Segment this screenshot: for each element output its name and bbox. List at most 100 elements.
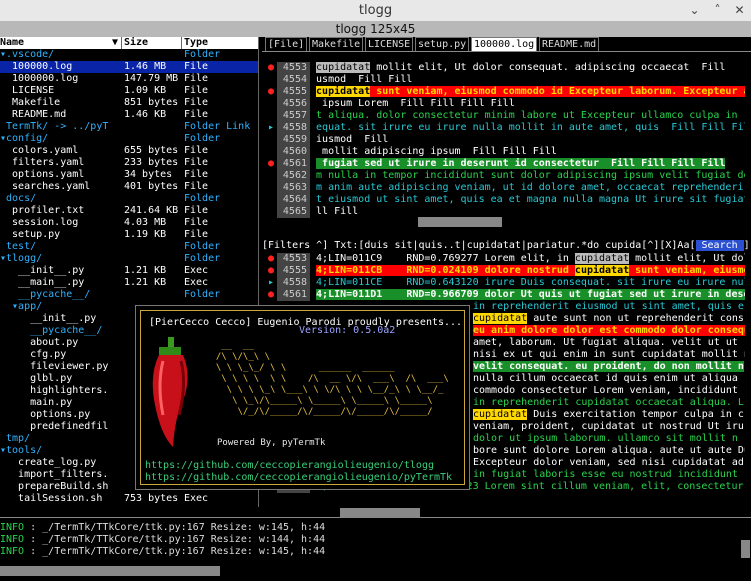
filters-dropdown[interactable]: [Filters ^] <box>262 240 328 251</box>
filtered-line[interactable]: in reprehenderit cupidatat occaecat aliq… <box>473 397 745 409</box>
log-panel-hscrollbar[interactable] <box>0 566 220 576</box>
folder-row[interactable]: ▾.vscode/Folder <box>0 49 258 61</box>
tab-readme-md[interactable]: README.md <box>539 37 600 52</box>
tlogg-repo-link[interactable]: https://github.com/ceccopierangiolieugen… <box>145 460 463 472</box>
file-name: ▾.vscode/ <box>0 49 55 60</box>
filtered-line[interactable]: cupidatat aute sunt non ut reprehenderit… <box>473 313 745 325</box>
line-content: t aliqua. dolor consectetur minim labore… <box>316 110 738 121</box>
file-size: 1.46 KB <box>124 109 167 120</box>
filtered-line[interactable]: velit consequat. eu proident, do non mol… <box>473 361 745 373</box>
line-number: 4560 <box>277 146 310 158</box>
filtered-line[interactable]: ● 4561 4;LIN=011D1 RND=0.966709 dolor Ut … <box>265 289 745 301</box>
line-number: 4557 <box>277 110 310 122</box>
file-size: 1.21 KB <box>124 265 167 276</box>
window-titlebar: tlogg ⌄ ˄ ✕ <box>0 0 751 21</box>
file-row[interactable]: filters.yaml 233 bytes File <box>0 157 258 169</box>
tab-makefile[interactable]: Makefile <box>309 37 364 52</box>
file-row[interactable]: README.md 1.46 KB File <box>0 109 258 121</box>
line-marker[interactable]: ▸ <box>265 122 277 134</box>
folder-row[interactable]: docs/Folder <box>0 193 258 205</box>
file-name: ▾tlogg/ <box>0 253 43 264</box>
line-marker[interactable]: ● <box>265 86 277 98</box>
pytermtk-repo-link[interactable]: https://github.com/ceccopierangiolieugen… <box>145 472 463 484</box>
file-row[interactable]: searches.yaml 401 bytes File <box>0 181 258 193</box>
filtered-line[interactable]: nulla cillum occaecat id quis enim ut al… <box>473 373 745 385</box>
maximize-icon[interactable]: ˄ <box>709 2 726 19</box>
filter-query-input[interactable]: Txt:[duis sit|quis..t|cupidatat|pariatur… <box>328 240 695 251</box>
line-content: usmod Fill Fill <box>316 74 413 85</box>
file-type: Folder <box>184 49 221 60</box>
file-row[interactable]: __init__.py 1.21 KB Exec <box>0 265 258 277</box>
tab-setup-py[interactable]: setup.py <box>415 37 470 52</box>
file-row[interactable]: Makefile 851 bytes File <box>0 97 258 109</box>
filtered-line[interactable]: in reprehenderit eiusmod ut sint amet, q… <box>473 301 745 313</box>
log-viewer-hscrollbar[interactable] <box>418 217 502 227</box>
line-marker[interactable]: ● <box>265 62 277 74</box>
minimize-icon[interactable]: ⌄ <box>686 2 703 19</box>
file-size <box>124 253 182 265</box>
column-header-type[interactable]: Type <box>184 37 256 49</box>
file-name: __main__.py <box>0 277 85 288</box>
file-name: options.py <box>0 409 91 420</box>
line-text: bore sunt dolore Lorem aliqua. aute ut a… <box>473 445 745 456</box>
log-message: : _/TermTk/TTkCore/ttk.py:167 Resize: w:… <box>24 522 326 533</box>
folder-row[interactable]: ▾config/Folder <box>0 133 258 145</box>
filtered-line[interactable]: commodo consectetur Lorem veniam, incidi… <box>473 385 745 397</box>
line-content: aute sunt non ut reprehenderit cons <box>527 313 744 324</box>
filtered-line[interactable]: veniam, proident, cupidatat ut nostrud U… <box>473 421 745 433</box>
folder-row[interactable]: ▾tlogg/Folder <box>0 253 258 265</box>
tab-100000-log[interactable]: 100000.log <box>471 37 538 52</box>
file-row[interactable]: setup.py 1.19 KB File <box>0 229 258 241</box>
line-number: 4556 <box>277 98 310 110</box>
filtered-line[interactable]: nisi ex ut qui enim in sunt cupidatat mo… <box>473 349 745 361</box>
file-row[interactable]: options.yaml 34 bytes File <box>0 169 258 181</box>
filtered-line[interactable]: amet, laborum. Ut fugiat aliqua. velit u… <box>473 337 745 349</box>
filtered-line[interactable]: cupidatat Duis exercitation tempor culpa… <box>473 409 745 421</box>
file-row[interactable]: 100000.log 1.46 MB File <box>0 61 258 73</box>
file-type: File <box>184 205 209 216</box>
tlogg-ascii-logo: __ __ /\ \/\_\ \ \ \ \_\_/ \ \ ______ __… <box>205 341 449 418</box>
line-content: 4;LIN=011CE RND=0.643120 irure Duis cons… <box>316 277 745 288</box>
search-button[interactable]: Search <box>695 240 744 251</box>
file-row[interactable]: session.log 4.03 MB File <box>0 217 258 229</box>
log-line: 4563 m anim aute adipiscing veniam, ut i… <box>265 182 745 194</box>
filtered-line[interactable]: dolor ut ipsum laborum. ullamco sit moll… <box>473 433 745 445</box>
folder-row[interactable]: TermTk/ -> ../pyT Folder Link <box>0 121 258 133</box>
file-name: TermTk/ -> ../pyT <box>0 121 109 132</box>
log-level: INFO <box>0 534 25 545</box>
line-content: iusmod Fill <box>316 134 389 145</box>
line-marker[interactable]: ● <box>265 158 277 170</box>
folder-row[interactable]: test/Folder <box>0 241 258 253</box>
filtered-line[interactable]: bore sunt dolore Lorem aliqua. aute ut a… <box>473 445 745 457</box>
file-name: profiler.txt <box>0 205 85 216</box>
filtered-line[interactable]: ● 4553 4;LIN=011C9 RND=0.769277 Lorem eli… <box>265 253 745 265</box>
file-size: 1.46 MB <box>124 61 167 72</box>
line-content: bore sunt dolore Lorem aliqua. aute ut a… <box>473 445 745 456</box>
file-name: about.py <box>0 337 79 348</box>
filtered-line[interactable]: Excepteur dolor veniam, sed nisi cupidat… <box>473 457 745 469</box>
line-content: Excepteur dolor veniam, sed nisi cupidat… <box>473 457 744 468</box>
filtered-line[interactable]: ▸ 4558 4;LIN=011CE RND=0.643120 irure Dui… <box>265 277 745 289</box>
file-row[interactable]: colors.yaml 655 bytes File <box>0 145 258 157</box>
file-row[interactable]: 1000000.log 147.79 MB File <box>0 73 258 85</box>
line-content: 4;LIN=011D1 RND=0.966709 dolor Ut quis u… <box>316 289 745 300</box>
file-name: ▾config/ <box>0 133 49 144</box>
column-header-size[interactable]: Size <box>124 37 182 49</box>
filtered-line[interactable]: in fugiat laboris esse eu nostrud incidi… <box>473 469 745 481</box>
file-name: prepareBuild.sh <box>0 481 109 492</box>
column-header-name[interactable]: Name ▼ <box>0 37 118 49</box>
filtered-line[interactable]: ● 4555 4;LIN=011CB RND=0.024109 dolore no… <box>265 265 745 277</box>
file-row[interactable]: LICENSE 1.09 KB File <box>0 85 258 97</box>
file-size <box>124 289 182 301</box>
file-row[interactable]: __main__.py 1.21 KB Exec <box>0 277 258 289</box>
line-number: 4564 <box>277 194 310 206</box>
line-number: 4553 <box>277 253 310 265</box>
tab--file-[interactable]: [File] <box>265 37 308 52</box>
file-row[interactable]: profiler.txt 241.64 KB File <box>0 205 258 217</box>
close-icon[interactable]: ✕ <box>731 2 748 19</box>
file-row[interactable]: tailSession.sh 753 bytes Exec <box>0 493 258 505</box>
folder-row[interactable]: __pycache__/ Folder <box>0 289 258 301</box>
line-text: 4;LIN=011C9 RND=0.769277 Lorem elit, in … <box>316 253 745 264</box>
tab-license[interactable]: LICENSE <box>365 37 414 52</box>
filtered-line[interactable]: eu anim dolore dolor est commodo dolor c… <box>473 325 745 337</box>
